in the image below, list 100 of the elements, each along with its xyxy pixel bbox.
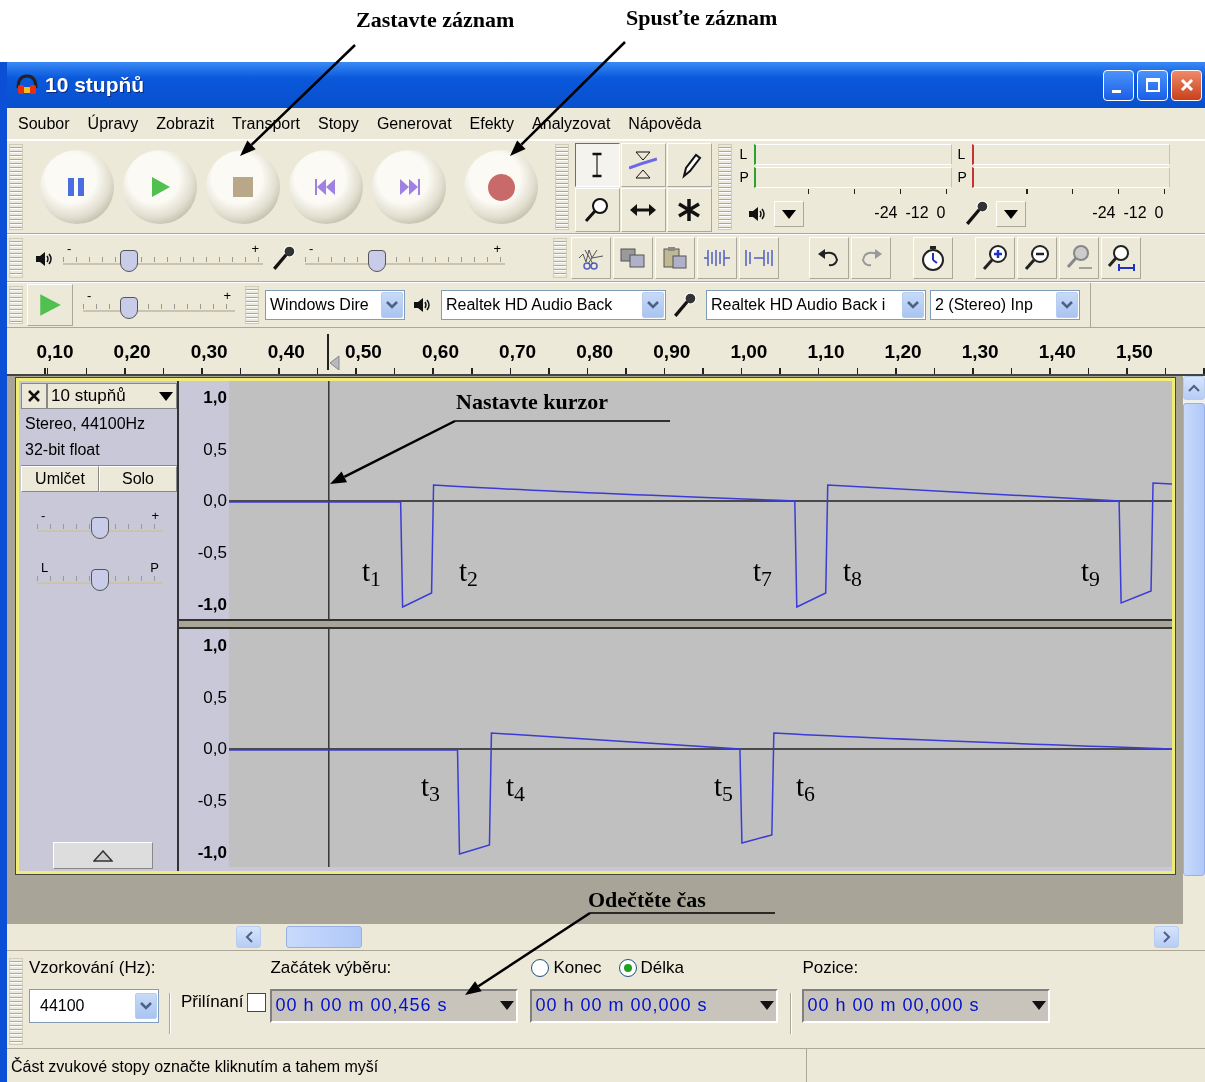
menu-item[interactable]: Úpravy xyxy=(78,111,148,136)
slider-thumb[interactable] xyxy=(91,517,109,539)
headphones-icon xyxy=(15,73,39,97)
time-mark-label: t$_{7}$ xyxy=(753,557,772,586)
paste-button[interactable] xyxy=(655,237,695,279)
time-mark-label: t$_{9}$ xyxy=(1081,557,1100,586)
ruler-label: 1,20 xyxy=(884,340,922,364)
toolbar-grip[interactable] xyxy=(553,238,567,278)
menu-item[interactable]: Soubor xyxy=(9,111,79,136)
time-mark-label: t$_{5}$ xyxy=(714,772,733,801)
menu-item[interactable]: Zobrazit xyxy=(147,111,224,136)
zoom-fit-icon xyxy=(1107,244,1135,272)
maximize-button[interactable] xyxy=(1137,69,1168,101)
play-at-speed-button[interactable] xyxy=(27,284,73,326)
asterisk-icon xyxy=(675,196,703,224)
toolbar-grip[interactable] xyxy=(9,144,23,230)
toolbar-grip[interactable] xyxy=(554,144,569,230)
input-channels-dropdown[interactable]: 2 (Stereo) Inp xyxy=(930,290,1080,320)
ruler-label: 0,50 xyxy=(344,340,382,364)
position-field[interactable]: 00 h 00 m 00,000 s xyxy=(802,988,1051,1023)
undo-button[interactable] xyxy=(809,237,849,279)
collapse-button[interactable] xyxy=(53,842,153,869)
slider-max-label: + xyxy=(493,243,501,255)
meter-channel-label: P xyxy=(957,168,968,187)
minimize-button[interactable] xyxy=(1103,69,1134,101)
dropdown-arrow-icon xyxy=(760,1001,775,1010)
copy-button[interactable] xyxy=(613,237,653,279)
cut-button[interactable] xyxy=(571,237,611,279)
toolbar-grip[interactable] xyxy=(717,144,732,230)
amplitude-scale-label: -1,0 xyxy=(197,841,227,864)
zoom-fit-icon xyxy=(1065,244,1093,272)
fit-project-button[interactable] xyxy=(1101,237,1141,279)
radio-option[interactable]: Konec xyxy=(530,955,602,981)
slider-min-label: L xyxy=(41,562,49,574)
toolbar-grip[interactable] xyxy=(9,238,23,278)
field-label: Pozice: xyxy=(802,957,860,979)
slider-thumb[interactable] xyxy=(368,250,386,272)
meter-menu-button[interactable] xyxy=(773,201,804,227)
radio-button-icon xyxy=(530,957,551,978)
zoom-out-button[interactable] xyxy=(1017,237,1057,279)
play-icon xyxy=(37,292,63,318)
silence-button[interactable] xyxy=(739,237,779,279)
microphone-icon xyxy=(963,200,990,226)
timer-button[interactable] xyxy=(913,237,953,279)
time-mark-label: t$_{1}$ xyxy=(362,557,381,586)
status-text: Část zvukové stopy označte kliknutím a tahem myší xyxy=(7,1049,807,1082)
slider-max-label: P xyxy=(150,562,159,574)
slider-thumb[interactable] xyxy=(120,250,138,272)
trim-button[interactable] xyxy=(697,237,737,279)
toolbar-grip[interactable] xyxy=(245,286,259,324)
scroll-right-button[interactable] xyxy=(1154,926,1179,948)
scroll-left-button[interactable] xyxy=(236,926,261,948)
slider-thumb[interactable] xyxy=(119,297,138,319)
solo-button[interactable]: Solo xyxy=(99,466,177,492)
selection-start-field[interactable]: 00 h 00 m 00,456 s xyxy=(270,988,519,1023)
sample-rate-dropdown[interactable]: 44100 xyxy=(29,988,159,1023)
menu-item[interactable]: Nápověda xyxy=(619,111,711,136)
dropdown-arrow-icon xyxy=(1032,1001,1047,1010)
radio-option[interactable]: Délka xyxy=(617,955,685,981)
menu-item[interactable]: Efekty xyxy=(460,111,524,136)
amplitude-scale-label: 0,0 xyxy=(203,738,227,761)
close-button[interactable] xyxy=(1171,69,1202,101)
minimize-icon xyxy=(1112,89,1121,93)
output-device-dropdown[interactable]: Realtek HD Audio Back xyxy=(441,290,666,320)
annotation-label: Odečtěte čas xyxy=(588,888,706,913)
slider-thumb[interactable] xyxy=(91,569,109,591)
meter-tick-label: 0 xyxy=(936,203,946,223)
toolbar-grip[interactable] xyxy=(9,958,23,1045)
selection-length-field[interactable]: 00 h 00 m 00,000 s xyxy=(530,988,779,1023)
slider-min-label: - xyxy=(67,243,72,255)
track-name-menu[interactable]: 10 stupňů xyxy=(47,383,177,409)
audio-host-dropdown[interactable]: Windows Dire xyxy=(265,290,405,320)
time-mark-label: t$_{6}$ xyxy=(796,772,815,801)
amplitude-scale-label: 0,5 xyxy=(203,686,227,709)
input-device-dropdown[interactable]: Realtek HD Audio Back i xyxy=(706,290,926,320)
menu-item[interactable]: Generovat xyxy=(367,111,461,136)
toolbar-grip[interactable] xyxy=(9,286,23,324)
radio-button-icon xyxy=(617,957,638,978)
snap-checkbox[interactable] xyxy=(247,992,267,1012)
playhead-marker-icon xyxy=(326,334,340,370)
mute-button[interactable]: Umlčet xyxy=(21,466,99,492)
ruler-label: 1,40 xyxy=(1038,340,1076,364)
meter-channel-label: L xyxy=(739,145,749,164)
meter-menu-button[interactable] xyxy=(995,201,1026,227)
amplitude-scale-label: -0,5 xyxy=(197,789,227,812)
clipboard-icon xyxy=(661,244,689,272)
ruler-label: 0,90 xyxy=(653,340,691,364)
scroll-up-button[interactable] xyxy=(1183,376,1205,400)
zoom-in-icon xyxy=(981,244,1009,272)
dropdown-arrow-icon xyxy=(159,391,173,401)
time-mark-label: t$_{4}$ xyxy=(506,772,525,801)
menu-item[interactable]: Stopy xyxy=(308,111,368,136)
zoom-in-button[interactable] xyxy=(975,237,1015,279)
ruler-label: 1,10 xyxy=(807,340,845,364)
meter-channel-label: L xyxy=(957,145,967,164)
scroll-thumb[interactable] xyxy=(286,926,362,948)
slider-min-label: - xyxy=(309,243,314,255)
ruler-label: 0,10 xyxy=(36,340,74,364)
slider-max-label: + xyxy=(223,290,231,302)
close-icon xyxy=(1178,77,1195,93)
